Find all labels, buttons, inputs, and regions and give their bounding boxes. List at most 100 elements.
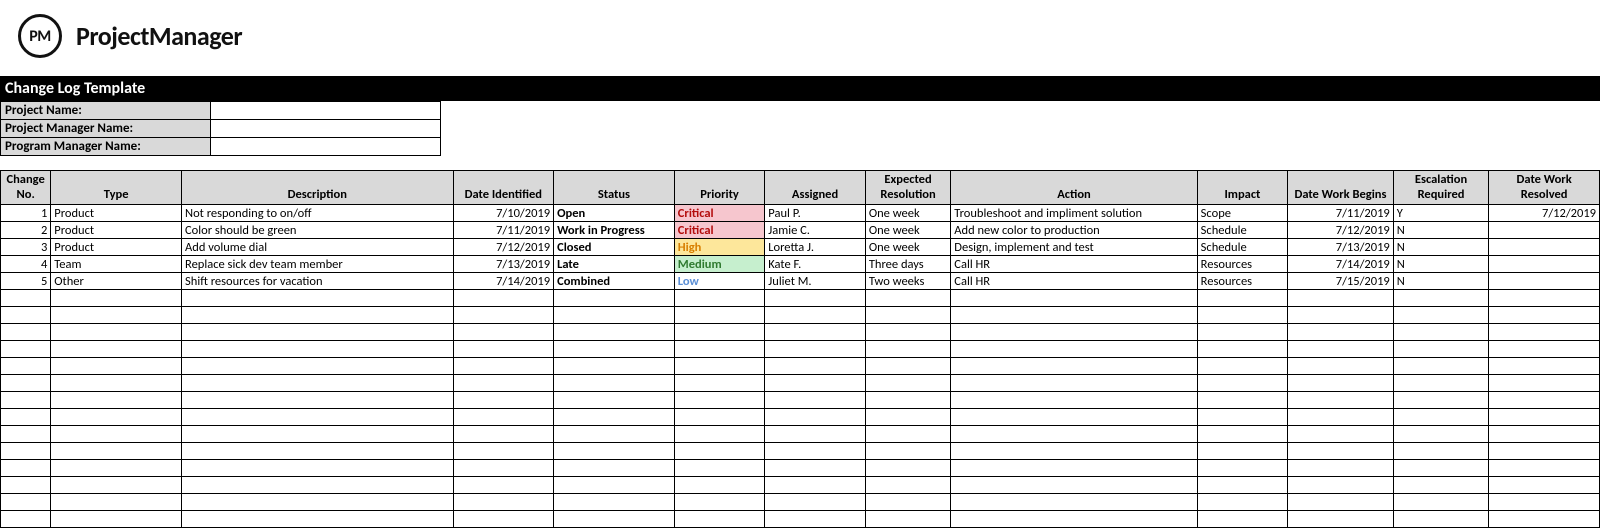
cell[interactable] — [1197, 460, 1288, 477]
cell[interactable]: Add volume dial — [182, 239, 454, 256]
cell[interactable] — [554, 409, 675, 426]
cell[interactable] — [51, 426, 182, 443]
cell[interactable] — [1197, 409, 1288, 426]
cell[interactable] — [1, 426, 51, 443]
cell[interactable] — [1489, 375, 1600, 392]
cell[interactable] — [554, 290, 675, 307]
cell[interactable] — [51, 409, 182, 426]
cell[interactable] — [453, 358, 554, 375]
cell[interactable] — [865, 375, 950, 392]
cell[interactable]: Add new color to production — [951, 222, 1197, 239]
cell[interactable] — [1393, 392, 1489, 409]
cell[interactable] — [1489, 256, 1600, 273]
cell[interactable] — [951, 443, 1197, 460]
cell[interactable]: 1 — [1, 205, 51, 222]
cell[interactable]: 5 — [1, 273, 51, 290]
cell[interactable]: Y — [1393, 205, 1489, 222]
cell[interactable]: 2 — [1, 222, 51, 239]
cell[interactable] — [674, 375, 765, 392]
cell[interactable] — [674, 477, 765, 494]
cell[interactable]: Other — [51, 273, 182, 290]
cell[interactable] — [674, 409, 765, 426]
cell[interactable] — [554, 392, 675, 409]
cell[interactable] — [182, 307, 454, 324]
cell[interactable] — [1288, 494, 1394, 511]
cell[interactable] — [674, 494, 765, 511]
cell[interactable] — [51, 443, 182, 460]
cell[interactable] — [1197, 477, 1288, 494]
cell[interactable]: One week — [865, 239, 950, 256]
cell[interactable] — [182, 290, 454, 307]
cell[interactable] — [1288, 511, 1394, 528]
cell[interactable] — [1393, 511, 1489, 528]
cell[interactable] — [51, 494, 182, 511]
cell[interactable]: Critical — [674, 205, 765, 222]
cell[interactable] — [674, 426, 765, 443]
cell[interactable]: 7/12/2019 — [1288, 222, 1394, 239]
cell[interactable] — [765, 511, 866, 528]
cell[interactable] — [865, 494, 950, 511]
cell[interactable]: One week — [865, 222, 950, 239]
cell[interactable] — [765, 409, 866, 426]
cell[interactable] — [1, 341, 51, 358]
cell[interactable] — [1288, 290, 1394, 307]
cell[interactable] — [1197, 307, 1288, 324]
cell[interactable]: 7/11/2019 — [453, 222, 554, 239]
cell[interactable] — [1393, 341, 1489, 358]
cell[interactable]: Product — [51, 222, 182, 239]
cell[interactable] — [182, 358, 454, 375]
cell[interactable] — [1489, 358, 1600, 375]
cell[interactable] — [453, 443, 554, 460]
cell[interactable] — [951, 341, 1197, 358]
cell[interactable] — [674, 307, 765, 324]
cell[interactable] — [1, 494, 51, 511]
cell[interactable] — [51, 477, 182, 494]
cell[interactable] — [453, 375, 554, 392]
cell[interactable] — [765, 494, 866, 511]
project-name-cell[interactable] — [211, 102, 441, 120]
cell[interactable]: Design, implement and test — [951, 239, 1197, 256]
cell[interactable] — [1489, 341, 1600, 358]
cell[interactable] — [453, 392, 554, 409]
cell[interactable] — [765, 392, 866, 409]
cell[interactable] — [1489, 392, 1600, 409]
cell[interactable] — [765, 324, 866, 341]
cell[interactable] — [1197, 375, 1288, 392]
cell[interactable]: 7/12/2019 — [453, 239, 554, 256]
cell[interactable] — [674, 511, 765, 528]
cell[interactable] — [453, 494, 554, 511]
cell[interactable] — [554, 477, 675, 494]
cell[interactable]: Jamie C. — [765, 222, 866, 239]
cell[interactable] — [1288, 324, 1394, 341]
cell[interactable] — [1, 358, 51, 375]
cell[interactable] — [865, 477, 950, 494]
cell[interactable]: 7/13/2019 — [1288, 239, 1394, 256]
cell[interactable] — [453, 341, 554, 358]
cell[interactable]: 3 — [1, 239, 51, 256]
cell[interactable] — [765, 290, 866, 307]
cell[interactable] — [1, 307, 51, 324]
cell[interactable]: Shift resources for vacation — [182, 273, 454, 290]
cell[interactable]: Loretta J. — [765, 239, 866, 256]
cell[interactable] — [765, 443, 866, 460]
cell[interactable]: Open — [554, 205, 675, 222]
cell[interactable] — [554, 341, 675, 358]
cell[interactable] — [1197, 358, 1288, 375]
cell[interactable] — [182, 392, 454, 409]
cell[interactable] — [1197, 426, 1288, 443]
cell[interactable] — [1489, 307, 1600, 324]
cell[interactable] — [1489, 426, 1600, 443]
cell[interactable] — [1, 392, 51, 409]
cell[interactable] — [1, 511, 51, 528]
cell[interactable] — [1489, 511, 1600, 528]
cell[interactable] — [1489, 409, 1600, 426]
cell[interactable]: 7/12/2019 — [1489, 205, 1600, 222]
cell[interactable] — [1288, 409, 1394, 426]
cell[interactable]: Schedule — [1197, 222, 1288, 239]
cell[interactable] — [51, 358, 182, 375]
project-manager-cell[interactable] — [211, 120, 441, 138]
cell[interactable] — [1393, 307, 1489, 324]
cell[interactable] — [51, 341, 182, 358]
cell[interactable] — [554, 426, 675, 443]
cell[interactable] — [51, 307, 182, 324]
